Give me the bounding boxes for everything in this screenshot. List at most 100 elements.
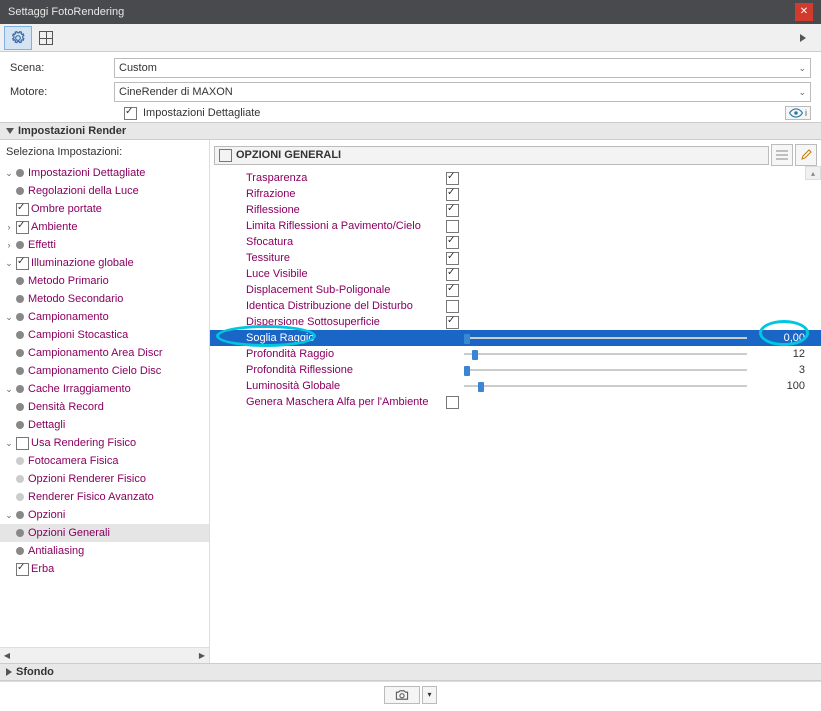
option-row[interactable]: Displacement Sub-Poligonale: [210, 282, 821, 298]
tree-node[interactable]: ⌄Impostazioni Dettagliate: [0, 164, 209, 182]
detailed-checkbox[interactable]: ✓: [124, 107, 137, 120]
chevron-down-icon[interactable]: ⌄: [4, 384, 14, 394]
options-checkbox[interactable]: [219, 149, 232, 162]
option-checkbox[interactable]: [446, 316, 459, 329]
tree-node[interactable]: Opzioni Renderer Fisico: [0, 470, 209, 488]
chevron-down-icon[interactable]: ⌄: [4, 312, 14, 322]
layout-tab[interactable]: [32, 26, 60, 50]
tree-node[interactable]: Densità Record: [0, 398, 209, 416]
option-checkbox[interactable]: [446, 396, 459, 409]
tree-node[interactable]: Campionamento Cielo Disc: [0, 362, 209, 380]
vertical-scrollbar[interactable]: ▴: [805, 166, 821, 180]
option-row[interactable]: Luminosità Globale100: [210, 378, 821, 394]
tree-node[interactable]: Fotocamera Fisica: [0, 452, 209, 470]
tree-node[interactable]: ⌄Usa Rendering Fisico: [0, 434, 209, 452]
option-checkbox[interactable]: [446, 300, 459, 313]
option-slider[interactable]: [464, 382, 747, 390]
option-checkbox[interactable]: [446, 236, 459, 249]
bullet-icon: [16, 187, 24, 195]
option-row[interactable]: Luce Visibile: [210, 266, 821, 282]
slider-thumb[interactable]: [472, 350, 478, 360]
option-checkbox[interactable]: [446, 220, 459, 233]
background-section-header[interactable]: Sfondo: [0, 663, 821, 681]
option-label: Identica Distribuzione del Disturbo: [246, 300, 446, 312]
sidebar-scrollbar[interactable]: ◀ ▶: [0, 647, 209, 663]
option-label: Luce Visibile: [246, 268, 446, 280]
tree-node[interactable]: ⌄Campionamento: [0, 308, 209, 326]
tree-node[interactable]: Renderer Fisico Avanzato: [0, 488, 209, 506]
bullet-icon: [16, 331, 24, 339]
option-checkbox[interactable]: [446, 172, 459, 185]
tree-node[interactable]: Campioni Stocastica: [0, 326, 209, 344]
option-row[interactable]: Riflessione: [210, 202, 821, 218]
option-label: Dispersione Sottosuperficie: [246, 316, 446, 328]
tree-label: Effetti: [28, 239, 56, 251]
list-view-button[interactable]: [771, 144, 793, 166]
tree-node[interactable]: Dettagli: [0, 416, 209, 434]
option-row[interactable]: Genera Maschera Alfa per l'Ambiente: [210, 394, 821, 410]
tree-node[interactable]: Regolazioni della Luce: [0, 182, 209, 200]
option-checkbox[interactable]: [446, 252, 459, 265]
tree-node[interactable]: Campionamento Area Discr: [0, 344, 209, 362]
option-row[interactable]: Dispersione Sottosuperficie: [210, 314, 821, 330]
bottom-bar: ▾: [0, 681, 821, 707]
option-row[interactable]: Limita Riflessioni a Pavimento/Cielo: [210, 218, 821, 234]
tree-node[interactable]: Metodo Primario: [0, 272, 209, 290]
option-checkbox[interactable]: [446, 268, 459, 281]
option-row[interactable]: Identica Distribuzione del Disturbo: [210, 298, 821, 314]
tree-checkbox[interactable]: [16, 203, 29, 216]
tree-node[interactable]: Erba: [0, 560, 209, 578]
option-checkbox[interactable]: [446, 284, 459, 297]
tree-label: Ombre portate: [31, 203, 102, 215]
chevron-down-icon[interactable]: ⌄: [4, 168, 14, 178]
tree-checkbox[interactable]: [16, 437, 29, 450]
option-checkbox[interactable]: [446, 188, 459, 201]
tree-node[interactable]: ›Ambiente: [0, 218, 209, 236]
tree-node[interactable]: › Effetti: [0, 236, 209, 254]
tree-checkbox[interactable]: [16, 221, 29, 234]
render-button[interactable]: [384, 686, 420, 704]
tree-node[interactable]: Antialiasing: [0, 542, 209, 560]
option-slider[interactable]: [464, 366, 747, 374]
option-row[interactable]: Rifrazione: [210, 186, 821, 202]
tree-node[interactable]: Metodo Secondario: [0, 290, 209, 308]
bullet-icon: [16, 529, 24, 537]
tree-node[interactable]: Opzioni Generali: [0, 524, 209, 542]
option-row[interactable]: Sfocatura: [210, 234, 821, 250]
option-row[interactable]: Soglia Raggio0,00: [210, 330, 821, 346]
close-button[interactable]: ✕: [795, 3, 813, 21]
chevron-down-icon[interactable]: ⌄: [4, 258, 14, 268]
tree-node[interactable]: ⌄Illuminazione globale: [0, 254, 209, 272]
option-slider[interactable]: [464, 350, 747, 358]
option-row[interactable]: Trasparenza: [210, 170, 821, 186]
tree-checkbox[interactable]: [16, 563, 29, 576]
option-row[interactable]: Tessiture: [210, 250, 821, 266]
chevron-right-icon[interactable]: ›: [4, 222, 14, 232]
slider-thumb[interactable]: [464, 366, 470, 376]
settings-tab[interactable]: [4, 26, 32, 50]
option-row[interactable]: Profondità Riflessione3: [210, 362, 821, 378]
edit-button[interactable]: [795, 144, 817, 166]
scroll-left-button[interactable]: ◀: [0, 649, 14, 663]
tree-node[interactable]: ⌄Opzioni: [0, 506, 209, 524]
option-slider[interactable]: [464, 334, 747, 342]
chevron-right-icon[interactable]: ›: [4, 240, 14, 250]
tree-label: Dettagli: [28, 419, 65, 431]
engine-select[interactable]: CineRender di MAXON ⌄: [114, 82, 811, 102]
scroll-right-button[interactable]: ▶: [195, 649, 209, 663]
tree-checkbox[interactable]: [16, 257, 29, 270]
tree-node[interactable]: Ombre portate: [0, 200, 209, 218]
render-dropdown[interactable]: ▾: [422, 686, 436, 704]
option-label: Riflessione: [246, 204, 446, 216]
option-checkbox[interactable]: [446, 204, 459, 217]
slider-thumb[interactable]: [478, 382, 484, 392]
option-row[interactable]: Profondità Raggio12: [210, 346, 821, 362]
slider-thumb[interactable]: [464, 334, 470, 344]
expand-button[interactable]: [789, 26, 817, 50]
tree-node[interactable]: ⌄Cache Irraggiamento: [0, 380, 209, 398]
chevron-down-icon[interactable]: ⌄: [4, 510, 14, 520]
scene-select[interactable]: Custom ⌄: [114, 58, 811, 78]
chevron-down-icon[interactable]: ⌄: [4, 438, 14, 448]
preview-button[interactable]: i: [785, 106, 811, 120]
render-section-header[interactable]: Impostazioni Render: [0, 122, 821, 140]
